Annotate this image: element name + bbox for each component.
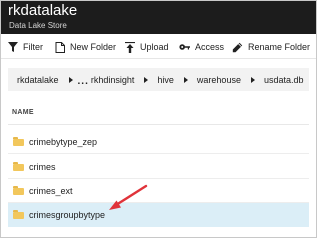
- arrow-annotation: [109, 184, 148, 210]
